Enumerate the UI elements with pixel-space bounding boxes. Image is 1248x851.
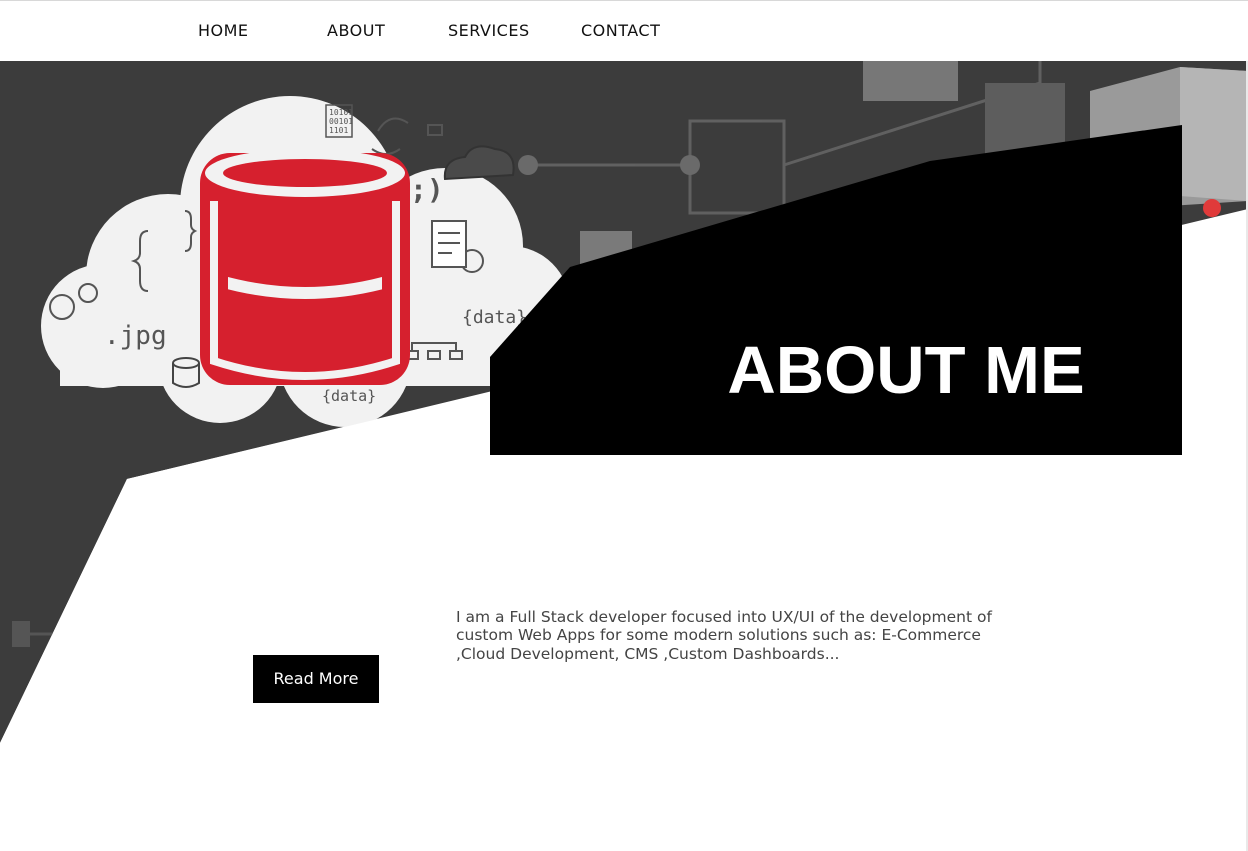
nav-about-link[interactable]: ABOUT [327,20,385,42]
binary-doodle-line: 1101 [329,126,348,135]
jpg-label: .jpg [104,321,167,351]
about-description: I am a Full Stack developer focused into… [456,607,992,663]
wink-label: ;) [410,173,444,206]
binary-doodle-line: 10101 [329,108,353,117]
red-database-icon [200,149,410,385]
data-label-2: {data} [322,387,376,405]
nav-services-link[interactable]: SERVICES [448,20,530,42]
read-more-button[interactable]: Read More [253,655,379,703]
binary-doodle-line: 00101 [329,117,353,126]
about-me-heading: ABOUT ME [727,332,1085,408]
red-dot [1203,199,1221,217]
main-nav: HOME ABOUT SERVICES CONTACT [0,1,1248,61]
data-label-1: {data} [462,307,527,328]
hero-graphic: .jpg {data} {data} ;) 10101001011101 [0,61,1248,851]
nav-contact-link[interactable]: CONTACT [581,20,660,42]
nav-home-link[interactable]: HOME [198,20,249,42]
